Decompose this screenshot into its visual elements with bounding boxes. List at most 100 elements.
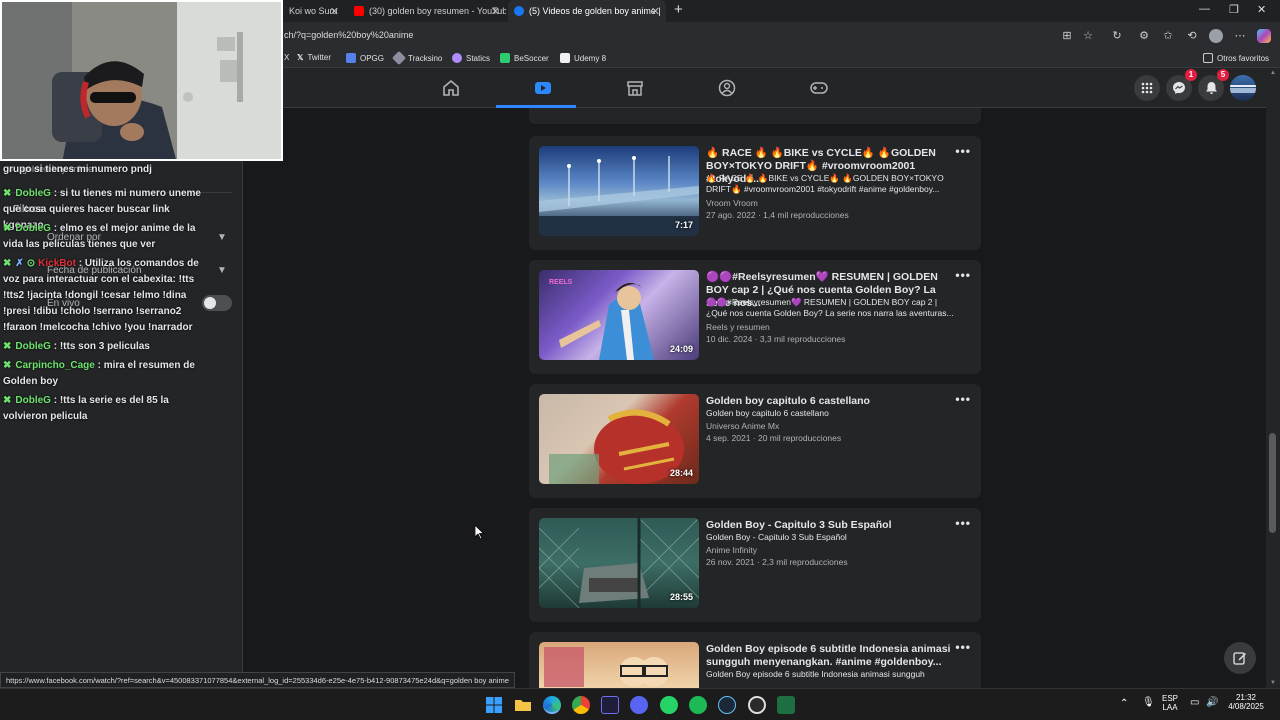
video-channel[interactable]: Reels y resumen	[706, 322, 770, 332]
video-title[interactable]: Golden boy capitulo 6 castellano	[706, 395, 954, 408]
bookmark-opgg[interactable]: OPGG	[346, 53, 384, 63]
chevron-down-icon[interactable]: ▼	[217, 265, 227, 276]
groups-icon[interactable]	[717, 78, 737, 98]
chat-user: DobleG	[15, 188, 51, 199]
clock[interactable]: 21:32 4/08/2025	[1226, 693, 1266, 711]
video-thumbnail[interactable]: 7:17	[539, 146, 699, 236]
jetbrains-icon[interactable]	[601, 696, 619, 714]
video-thumbnail[interactable]: 28:55	[539, 518, 699, 608]
video-thumbnail[interactable]: REELS 24:09	[539, 270, 699, 360]
bookmark-besoccer[interactable]: BeSoccer	[500, 53, 549, 63]
menu-icon[interactable]: ⋯	[1233, 29, 1247, 43]
tab-koi-wo-suru[interactable]: Koi wo Suru ✕	[283, 0, 345, 22]
messenger-button[interactable]: 1	[1166, 69, 1197, 101]
bookmark-statics[interactable]: Statics	[452, 53, 490, 63]
left-sidebar: golden boy anime ○ Filtros Ordenar por ▼…	[0, 68, 243, 688]
file-explorer-icon[interactable]	[514, 696, 532, 714]
video-channel[interactable]: Anime Infinity	[706, 545, 757, 555]
video-result-card[interactable]: REELS 24:09 🟣🟣#Reelsyresumen💜 RESUMEN | …	[529, 260, 981, 374]
tray-chevron-icon[interactable]: ⌃	[1120, 698, 1128, 709]
more-options-icon[interactable]: •••	[955, 268, 971, 282]
bookmark-x[interactable]: X	[284, 53, 289, 62]
bell-icon	[1205, 82, 1217, 94]
other-favorites[interactable]: Otros favoritos	[1203, 53, 1269, 63]
wrench-icon: ✗	[15, 258, 24, 269]
video-title[interactable]: Golden Boy - Capitulo 3 Sub Español	[706, 519, 954, 532]
close-icon[interactable]: ✕	[330, 5, 339, 18]
restore-icon[interactable]: ❐	[1229, 3, 1239, 16]
chat-message: ✖ DobleG : !tts la serie es del 85 la vol…	[3, 393, 208, 425]
discord-icon[interactable]	[630, 696, 648, 714]
more-options-icon[interactable]: •••	[955, 392, 971, 406]
volume-icon[interactable]: 🔊	[1206, 697, 1218, 708]
udemy-icon	[560, 53, 570, 63]
video-duration: 7:17	[674, 220, 693, 230]
video-result-card[interactable]: 7:17 🔥 RACE 🔥 🔥BIKE vs CYCLE🔥 🔥GOLDEN BO…	[529, 136, 981, 250]
tab-label: (30) golden boy resumen - YouTube	[369, 6, 506, 16]
refresh-icon[interactable]: ↻	[1110, 29, 1124, 43]
new-message-button[interactable]	[1224, 642, 1256, 674]
chrome-icon[interactable]	[572, 696, 590, 714]
language-indicator[interactable]: ESP LAA	[1162, 694, 1178, 712]
scroll-down-icon[interactable]: ▼	[1270, 680, 1276, 686]
copilot-icon[interactable]	[1257, 29, 1271, 43]
new-tab-icon[interactable]: +	[674, 1, 683, 18]
chevron-down-icon[interactable]: ▼	[217, 232, 227, 243]
marketplace-icon[interactable]	[625, 78, 645, 98]
video-channel[interactable]: Universo Anime Mx	[706, 421, 779, 431]
apps-icon[interactable]: ⊞	[1060, 29, 1074, 43]
more-options-icon[interactable]: •••	[955, 144, 971, 158]
more-options-icon[interactable]: •••	[955, 640, 971, 654]
bookmark-udemy[interactable]: Udemy 8	[560, 53, 606, 63]
chat-user: KickBot	[38, 258, 76, 269]
video-result-card[interactable]: 28:44 Golden boy capitulo 6 castellano G…	[529, 384, 981, 498]
tracksino-icon	[391, 50, 407, 66]
account-avatar[interactable]	[1230, 75, 1256, 101]
home-icon[interactable]	[441, 78, 461, 98]
obs-icon[interactable]	[748, 696, 766, 714]
video-thumbnail[interactable]	[539, 642, 699, 688]
notifications-badge: 5	[1217, 69, 1229, 81]
notifications-button[interactable]: 5	[1198, 69, 1229, 101]
lang-code: ESP	[1162, 694, 1179, 703]
close-icon[interactable]: ✕	[491, 5, 500, 18]
scrollbar-thumb[interactable]	[1269, 433, 1276, 533]
page-scrollbar[interactable]: ▲ ▼	[1266, 68, 1280, 688]
steam-icon[interactable]	[718, 696, 736, 714]
close-icon[interactable]: ✕	[651, 5, 660, 18]
microphone-icon[interactable]: 🎙	[1142, 697, 1155, 708]
spotify-icon[interactable]	[689, 696, 707, 714]
compose-icon	[1233, 652, 1246, 665]
video-title[interactable]: Golden Boy episode 6 subtitle Indonesia …	[706, 643, 954, 669]
gaming-icon[interactable]	[809, 78, 829, 98]
scroll-up-icon[interactable]: ▲	[1270, 70, 1276, 76]
profile-icon[interactable]	[1209, 29, 1223, 43]
minimize-icon[interactable]: —	[1199, 3, 1210, 15]
url-field[interactable]: ch/?q=golden%20boy%20anime	[284, 30, 413, 40]
tab-facebook[interactable]: (5) Videos de golden boy anime | ✕	[508, 0, 666, 22]
edge-icon[interactable]	[543, 696, 561, 714]
extensions-icon[interactable]: ⚙	[1137, 29, 1151, 43]
webcam-image	[2, 2, 281, 159]
video-description: Golden Boy episode 6 subtitle Indonesia …	[706, 669, 925, 679]
video-result-card[interactable]: Golden Boy episode 6 subtitle Indonesia …	[529, 632, 981, 688]
close-window-icon[interactable]: ✕	[1257, 3, 1266, 16]
video-result-card[interactable]: 28:55 Golden Boy - Capitulo 3 Sub Españo…	[529, 508, 981, 622]
bookmark-tracksino[interactable]: Tracksino	[391, 50, 442, 66]
video-icon[interactable]	[533, 78, 553, 98]
chat-user: Carpincho_Cage	[15, 360, 95, 371]
video-thumbnail[interactable]: 28:44	[539, 394, 699, 484]
messenger-badge: 1	[1185, 69, 1197, 81]
favorite-star-icon[interactable]: ☆	[1081, 29, 1095, 43]
whatsapp-icon[interactable]	[660, 696, 678, 714]
menu-grid-button[interactable]	[1134, 75, 1160, 101]
history-icon[interactable]: ⟲	[1185, 29, 1199, 43]
bookmark-twitter[interactable]: 𝕏 Twitter	[297, 53, 331, 62]
network-icon[interactable]: ▭	[1190, 697, 1199, 708]
more-options-icon[interactable]: •••	[955, 516, 971, 530]
tab-youtube[interactable]: (30) golden boy resumen - YouTube ✕	[348, 0, 506, 22]
video-channel[interactable]: Vroom Vroom	[706, 198, 758, 208]
notepad-icon[interactable]	[777, 696, 795, 714]
windows-start-icon[interactable]	[485, 696, 503, 714]
favorites-icon[interactable]: ✩	[1161, 29, 1175, 43]
